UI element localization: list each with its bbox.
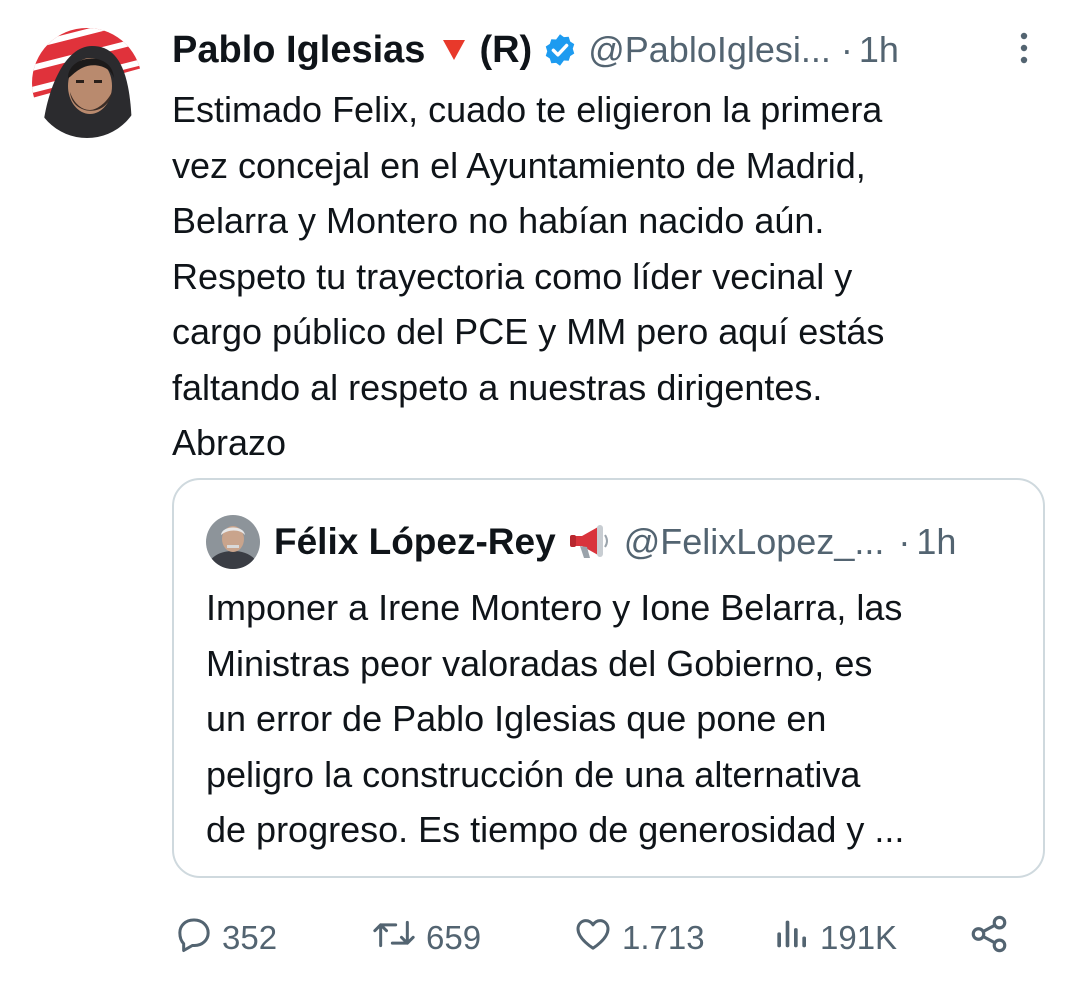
- quoted-author-handle: @FelixLopez_...: [623, 521, 885, 562]
- quoted-text-line: de progreso. Es tiempo de generosidad y …: [206, 809, 905, 850]
- more-vertical-icon[interactable]: [1014, 30, 1034, 70]
- views-button[interactable]: 191K: [772, 912, 897, 964]
- views-count: 191K: [820, 919, 898, 956]
- tweet-text-line: Belarra y Montero no habían nacido aún.: [172, 200, 825, 241]
- views-icon: [772, 914, 820, 962]
- author-avatar[interactable]: [32, 28, 142, 138]
- tweet-text-line: Abrazo: [172, 422, 287, 463]
- tweet-actions: 352 659 1.713 191K: [172, 912, 1022, 964]
- author-suffix[interactable]: (R): [479, 22, 532, 78]
- header-separator: ·: [840, 29, 853, 70]
- quoted-author-avatar: [206, 515, 260, 569]
- tweet-header: Pablo Iglesias (R) @PabloIglesi... · 1h: [172, 22, 1002, 78]
- like-button[interactable]: 1.713: [572, 912, 705, 964]
- share-button[interactable]: [968, 912, 1018, 964]
- tweet-text-line: cargo público del PCE y MM pero aquí est…: [172, 311, 885, 352]
- tweet-time[interactable]: 1h: [859, 22, 899, 78]
- quoted-tweet-time: 1h: [916, 521, 957, 562]
- share-icon: [968, 913, 1018, 963]
- reply-button[interactable]: 352: [174, 912, 277, 964]
- quoted-author-name: Félix López-Rey: [274, 521, 556, 562]
- quoted-tweet-text: Imponer a Irene Montero y Ione Belarra, …: [206, 580, 1026, 858]
- like-count: 1.713: [622, 919, 705, 956]
- repost-button[interactable]: 659: [370, 912, 481, 964]
- tweet-text: Estimado Felix, cuado te eligieron la pr…: [172, 82, 1032, 471]
- reply-count: 352: [222, 919, 278, 956]
- tweet-text-line: Estimado Felix, cuado te eligieron la pr…: [172, 89, 883, 130]
- quoted-text-line: un error de Pablo Iglesias que pone en: [206, 698, 827, 739]
- reply-icon: [174, 914, 222, 962]
- red-triangle-icon: [443, 40, 466, 60]
- megaphone-icon: [568, 523, 610, 561]
- quoted-tweet-header: Félix López-Rey @FelixLopez_... · 1h: [206, 514, 956, 570]
- repost-icon: [370, 914, 426, 962]
- author-handle[interactable]: @PabloIglesi...: [588, 22, 831, 78]
- quoted-text-line: Ministras peor valoradas del Gobierno, e…: [206, 642, 873, 684]
- heart-icon: [572, 914, 622, 962]
- author-name[interactable]: Pablo Iglesias: [172, 22, 425, 78]
- verified-badge-icon: [542, 32, 578, 68]
- quoted-text-line: peligro la construcción de una alternati…: [206, 753, 861, 795]
- tweet-text-line: Respeto tu trayectoria como líder vecina…: [172, 255, 853, 297]
- tweet-text-line: vez concejal en el Ayuntamiento de Madri…: [172, 144, 866, 186]
- tweet-text-line: faltando al respeto a nuestras dirigente…: [172, 366, 823, 408]
- repost-count: 659: [426, 919, 482, 956]
- quoted-text-line: Imponer a Irene Montero y Ione Belarra, …: [206, 587, 903, 628]
- quoted-tweet-card[interactable]: Félix López-Rey @FelixLopez_... · 1h Imp…: [172, 478, 1045, 878]
- quoted-header-separator: ·: [898, 521, 911, 562]
